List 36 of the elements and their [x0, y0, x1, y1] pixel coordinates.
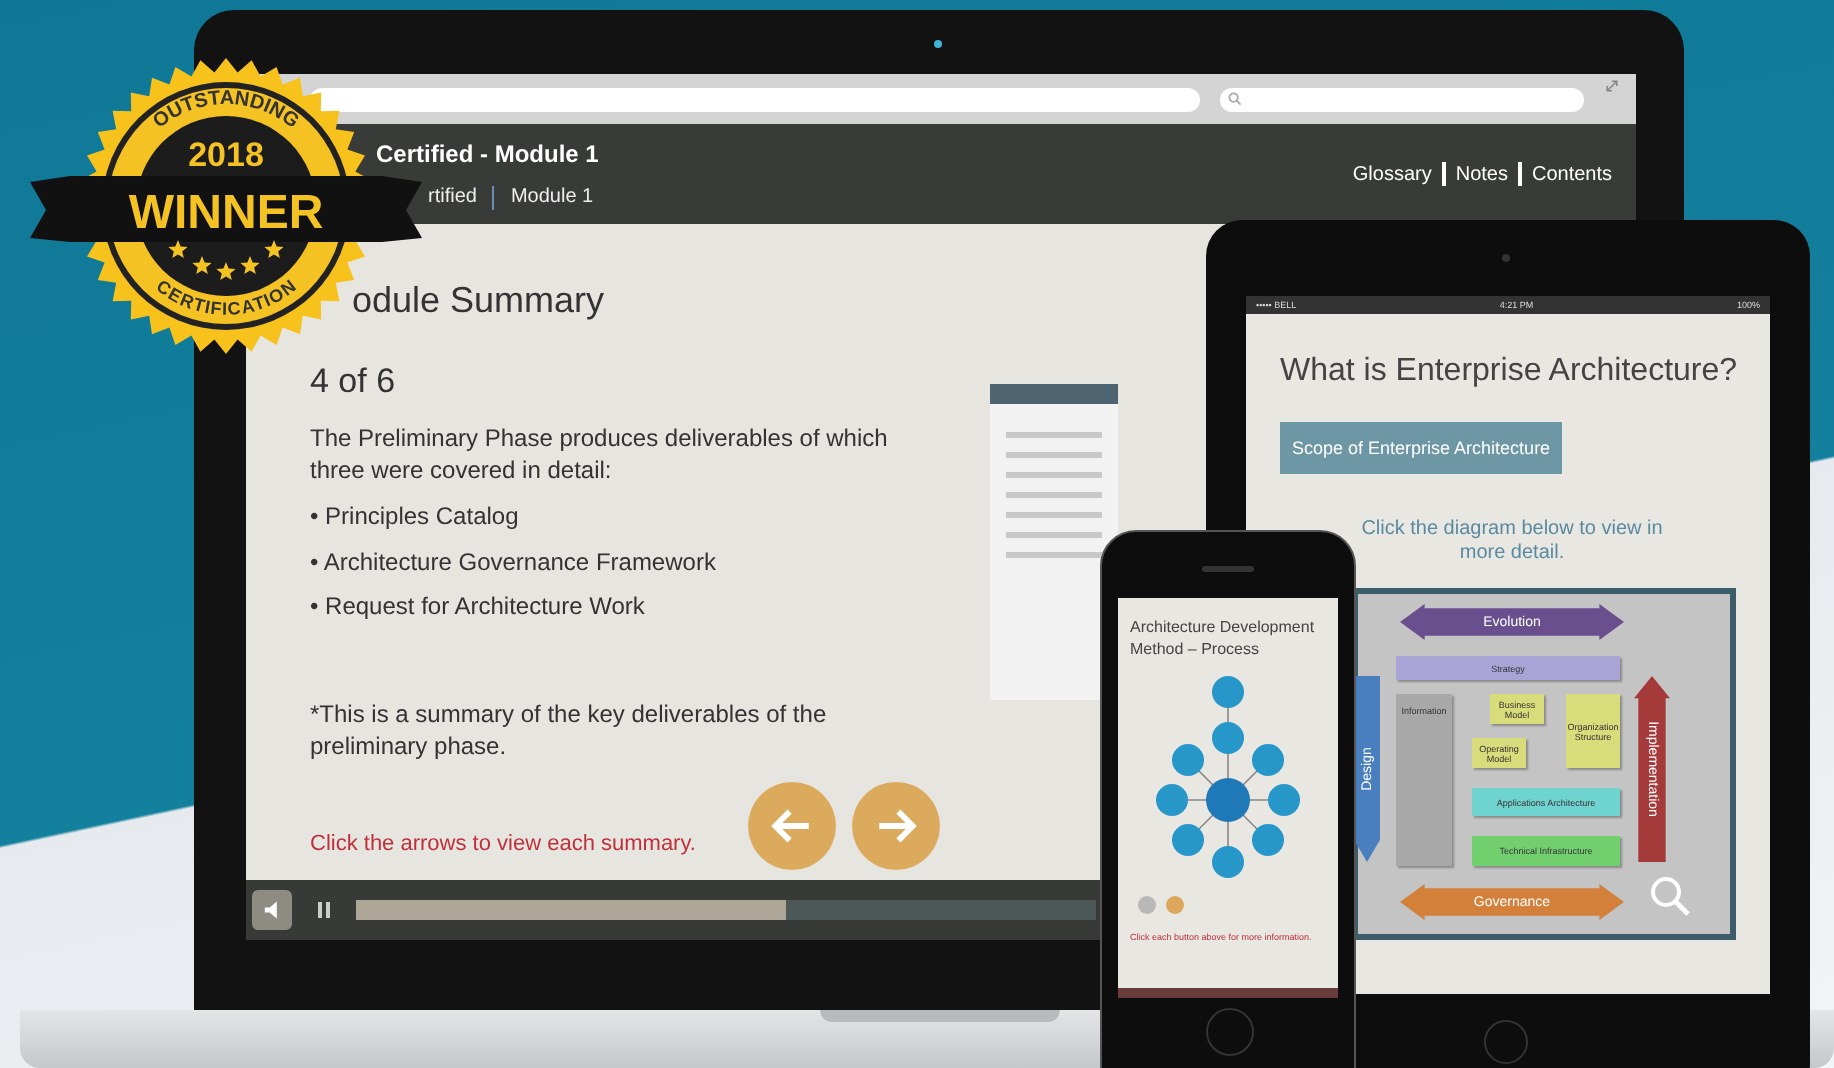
expand-icon[interactable] — [1604, 78, 1620, 94]
header-link[interactable]: Contents — [1531, 163, 1612, 185]
pause-icon[interactable] — [316, 900, 332, 920]
camera-icon — [934, 40, 942, 48]
bullet-item: • Request for Architecture Work — [310, 590, 645, 624]
page-title: Architecture Development Method – Process — [1130, 616, 1317, 660]
page-dot[interactable] — [1166, 896, 1184, 914]
bullet-item: • Principles Catalog — [310, 500, 519, 534]
slide-heading: odule Summary — [352, 280, 605, 322]
address-field[interactable] — [310, 87, 1200, 111]
hint-text: Click the diagram below to view in more detail. — [1359, 518, 1665, 566]
search-icon — [1228, 92, 1242, 106]
header-link[interactable]: Glossary — [1352, 163, 1432, 185]
previous-button[interactable] — [747, 781, 836, 869]
header-link[interactable]: Notes — [1455, 163, 1508, 185]
magnifier-icon[interactable] — [1648, 874, 1692, 918]
progress-track[interactable] — [356, 900, 1096, 920]
slide-counter: 4 of 6 — [310, 362, 396, 402]
next-button[interactable] — [851, 781, 940, 869]
volume-button[interactable] — [252, 890, 292, 930]
home-button[interactable] — [1206, 1008, 1254, 1056]
page-dot[interactable] — [1138, 896, 1156, 914]
badge-year: 2018 — [188, 136, 264, 174]
instruction-text: Click the arrows to view each summary. — [310, 831, 696, 855]
bullet-item: • Architecture Governance Framework — [310, 545, 716, 579]
page-title: What is Enterprise Architecture? — [1280, 354, 1740, 390]
course-title: Certified - Module 1 — [376, 139, 599, 167]
intro-text: The Preliminary Phase produces deliverables of which three were covered in detail: — [310, 422, 890, 486]
search-field[interactable] — [1220, 87, 1584, 111]
breadcrumb-link[interactable]: Module 1 — [510, 186, 594, 208]
camera-icon — [1502, 254, 1510, 262]
home-button[interactable] — [1484, 1020, 1528, 1064]
badge-title: WINNER — [128, 186, 324, 240]
footnote-text: *This is a summary of the key deliverables of the preliminary phase. — [310, 697, 829, 761]
breadcrumb-link[interactable]: rtified — [428, 186, 477, 208]
stars-drawing — [168, 240, 284, 280]
